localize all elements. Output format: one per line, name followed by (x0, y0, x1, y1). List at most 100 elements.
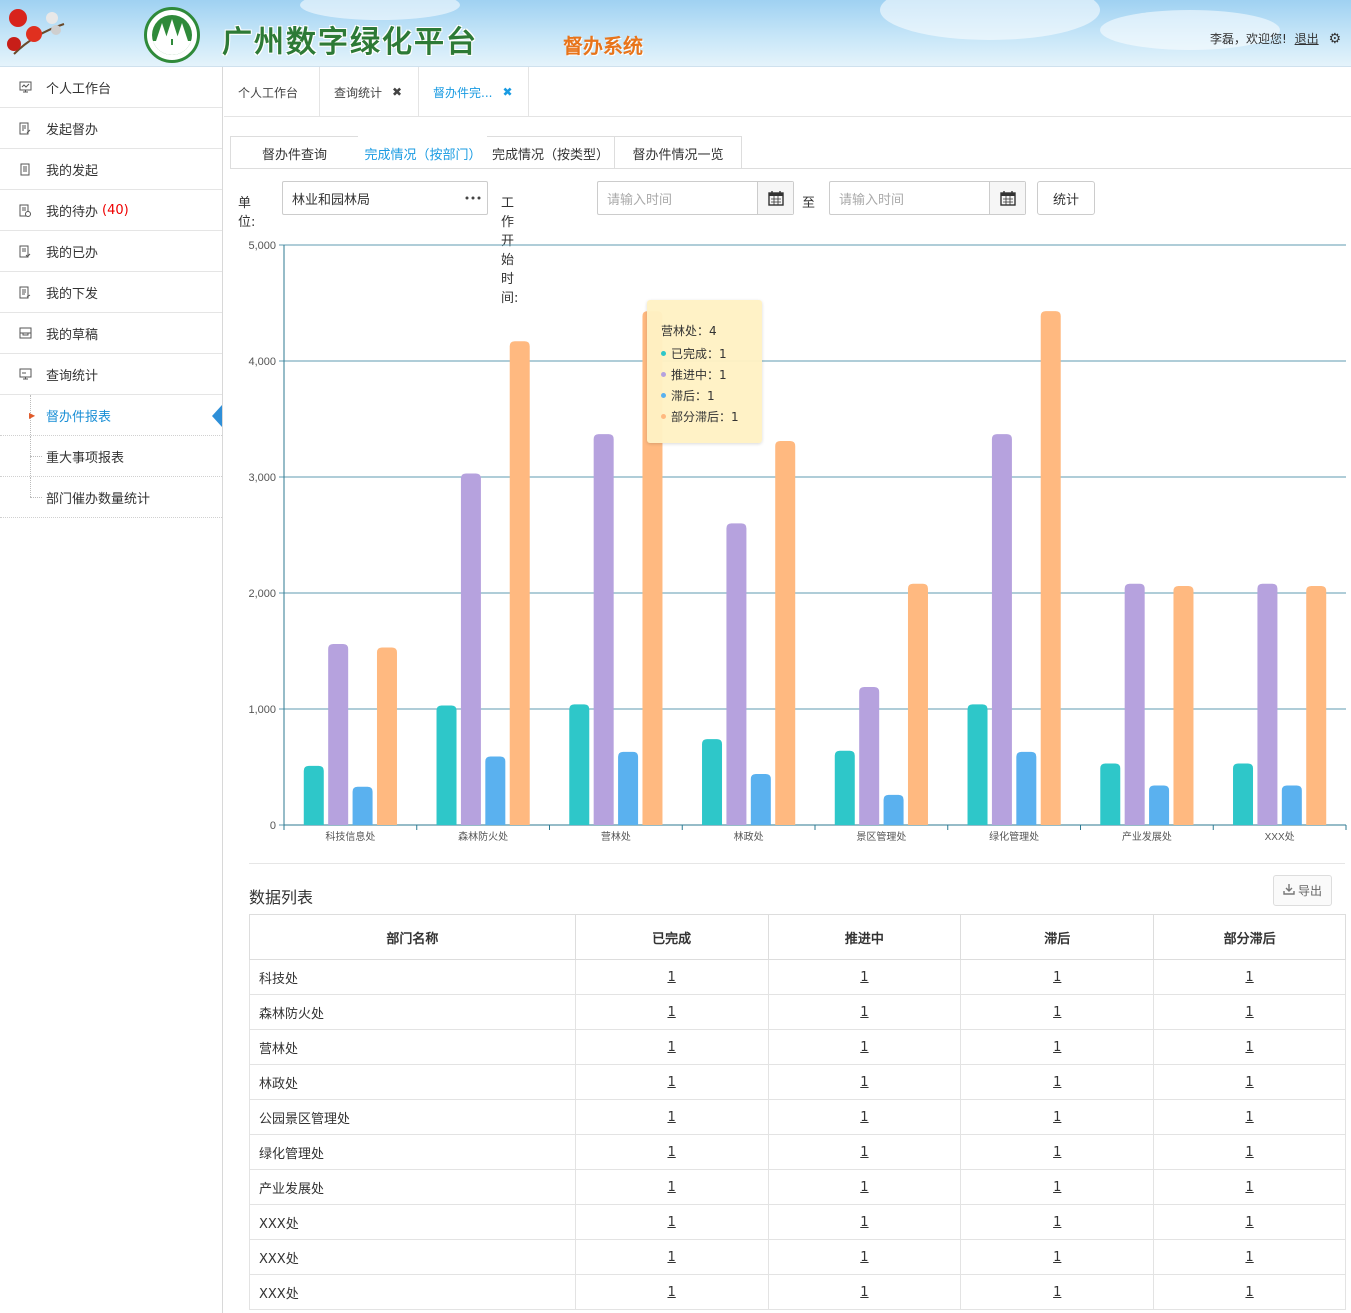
count-link[interactable]: 1 (1053, 1180, 1061, 1195)
count-link[interactable]: 1 (1245, 1215, 1253, 1230)
count-cell: 1 (960, 1029, 1155, 1065)
count-link[interactable]: 1 (667, 1110, 675, 1125)
tooltip-row: 滞后：1 (661, 385, 762, 406)
count-link[interactable]: 1 (860, 970, 868, 985)
count-link[interactable]: 1 (1053, 1145, 1061, 1160)
count-link[interactable]: 1 (1245, 1180, 1253, 1195)
count-link[interactable]: 1 (1245, 1285, 1253, 1300)
tab-query-stats[interactable]: 查询统计 ✖ (320, 67, 419, 117)
pending-doc-icon (18, 203, 32, 217)
more-icon[interactable] (459, 182, 487, 214)
count-cell: 1 (767, 1274, 962, 1310)
sidebar-item-my-pending[interactable]: 我的待办 (40) (0, 190, 222, 231)
count-link[interactable]: 1 (667, 1250, 675, 1265)
caret-right-icon: ▶ (29, 410, 36, 420)
sidebar-item-my-dispatched[interactable]: 我的下发 (0, 272, 222, 313)
bar (436, 705, 457, 825)
count-link[interactable]: 1 (1245, 1145, 1253, 1160)
count-link[interactable]: 1 (860, 1110, 868, 1125)
start-date-input[interactable]: 请输入时间 (597, 181, 794, 215)
x-tick-label: 产业发展处 (1122, 830, 1172, 843)
count-link[interactable]: 1 (667, 1215, 675, 1230)
column-header: 部门名称 (249, 914, 576, 960)
close-icon[interactable]: ✖ (392, 85, 402, 99)
sidebar-item-my-initiated[interactable]: 我的发起 (0, 149, 222, 190)
count-link[interactable]: 1 (1053, 1215, 1061, 1230)
sidebar-subitem-label: 督办件报表 (46, 409, 112, 425)
count-link[interactable]: 1 (860, 1075, 868, 1090)
count-link[interactable]: 1 (1053, 970, 1061, 985)
count-link[interactable]: 1 (860, 1180, 868, 1195)
count-link[interactable]: 1 (860, 1005, 868, 1020)
count-link[interactable]: 1 (1053, 1075, 1061, 1090)
count-link[interactable]: 1 (1053, 1110, 1061, 1125)
gear-icon[interactable]: ⚙ (1328, 31, 1341, 47)
count-link[interactable]: 1 (1245, 970, 1253, 985)
tooltip-row-text: 滞后：1 (671, 389, 715, 403)
y-tick-label: 5,000 (248, 240, 276, 252)
count-cell: 1 (767, 1239, 962, 1275)
count-link[interactable]: 1 (1245, 1075, 1253, 1090)
bar (834, 750, 855, 825)
count-link[interactable]: 1 (1245, 1005, 1253, 1020)
tab-workbench[interactable]: 个人工作台 (224, 67, 320, 117)
count-link[interactable]: 1 (1245, 1110, 1253, 1125)
count-cell: 1 (767, 1134, 962, 1170)
count-link[interactable]: 1 (667, 970, 675, 985)
count-link[interactable]: 1 (667, 1005, 675, 1020)
count-link[interactable]: 1 (1053, 1040, 1061, 1055)
tab-supervision-completion[interactable]: 督办件完... ✖ (419, 67, 529, 117)
logout-link[interactable]: 退出 (1295, 32, 1319, 46)
close-icon[interactable]: ✖ (502, 85, 512, 99)
edit-doc-icon (18, 121, 32, 135)
count-link[interactable]: 1 (667, 1145, 675, 1160)
user-greeting: 李磊，欢迎您! (1209, 32, 1287, 46)
app-title: 广州数字绿化平台 (222, 25, 478, 60)
sidebar-subitem-dept-urge-stats[interactable]: 部门催办数量统计 (0, 477, 222, 518)
sidebar-subitem-label: 部门催办数量统计 (46, 491, 151, 507)
table-row: 公园景区管理处 1 1 1 1 (249, 1099, 1346, 1135)
sidebar-item-query-stats[interactable]: 查询统计 (0, 354, 222, 395)
count-cell: 1 (574, 1204, 769, 1240)
count-link[interactable]: 1 (1053, 1285, 1061, 1300)
sidebar-item-my-done[interactable]: 我的已办 (0, 231, 222, 272)
count-link[interactable]: 1 (667, 1040, 675, 1055)
download-icon (1283, 883, 1295, 898)
subtab-label: 督办件查询 (261, 147, 327, 163)
column-header: 已完成 (574, 914, 769, 960)
sidebar-item-my-drafts[interactable]: 我的草稿 (0, 313, 222, 354)
subtab-supervision-query[interactable]: 督办件查询 (230, 136, 359, 169)
count-link[interactable]: 1 (1053, 1005, 1061, 1020)
sidebar-item-workbench[interactable]: 个人工作台 (0, 67, 222, 108)
count-link[interactable]: 1 (667, 1180, 675, 1195)
count-link[interactable]: 1 (860, 1215, 868, 1230)
x-tick-label: 林政处 (734, 830, 764, 843)
sidebar-item-label: 我的发起 (46, 163, 99, 179)
sidebar-subitem-major-matters-report[interactable]: 重大事项报表 (0, 436, 222, 477)
subtab-supervision-overview[interactable]: 督办件情况一览 (614, 136, 742, 169)
end-date-input[interactable]: 请输入时间 (829, 181, 1026, 215)
subtabs-divider (230, 168, 1351, 169)
count-link[interactable]: 1 (860, 1040, 868, 1055)
calendar-icon[interactable] (989, 182, 1025, 214)
count-link[interactable]: 1 (1245, 1040, 1253, 1055)
count-link[interactable]: 1 (860, 1285, 868, 1300)
count-cell: 1 (1153, 1029, 1346, 1065)
sidebar-subitem-supervision-report[interactable]: ▶ 督办件报表 (0, 395, 222, 436)
tooltip-row-text: 部分滞后：1 (671, 410, 739, 424)
count-link[interactable]: 1 (1245, 1250, 1253, 1265)
count-link[interactable]: 1 (860, 1145, 868, 1160)
calendar-icon[interactable] (757, 182, 793, 214)
count-link[interactable]: 1 (1053, 1250, 1061, 1265)
subtab-completion-by-type[interactable]: 完成情况（按类型） (487, 136, 615, 169)
count-link[interactable]: 1 (667, 1075, 675, 1090)
subtab-completion-by-dept[interactable]: 完成情况（按部门） (358, 136, 488, 169)
count-link[interactable]: 1 (667, 1285, 675, 1300)
export-button[interactable]: 导出 (1273, 875, 1332, 906)
active-indicator (212, 405, 222, 427)
count-link[interactable]: 1 (860, 1250, 868, 1265)
stat-button[interactable]: 统计 (1037, 181, 1095, 215)
bar (376, 647, 397, 825)
sidebar-item-initiate[interactable]: 发起督办 (0, 108, 222, 149)
unit-select[interactable]: 林业和园林局 (282, 181, 488, 215)
